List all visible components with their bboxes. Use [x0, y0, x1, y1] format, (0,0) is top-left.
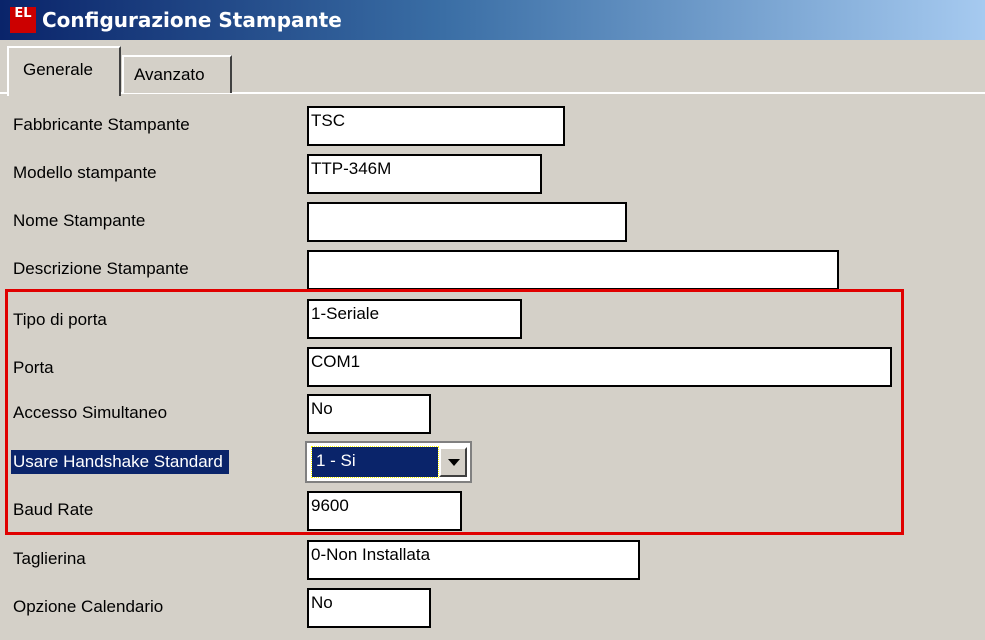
tab-generale[interactable]: Generale: [7, 46, 121, 96]
taglierina-field[interactable]: 0-Non Installata: [307, 540, 640, 580]
modello-field[interactable]: TTP-346M: [307, 154, 542, 194]
taglierina-label: Taglierina: [13, 549, 86, 568]
calendario-label: Opzione Calendario: [13, 597, 164, 616]
nome-label: Nome Stampante: [13, 211, 146, 230]
descrizione-label: Descrizione Stampante: [13, 259, 189, 278]
tab-generale-label: Generale: [23, 60, 93, 79]
nome-field[interactable]: [307, 202, 627, 242]
title-bar: EL Configurazione Stampante: [0, 0, 985, 40]
highlight-box: [5, 289, 904, 535]
tab-avanzato-label: Avanzato: [134, 65, 205, 84]
tab-avanzato[interactable]: Avanzato: [122, 55, 232, 93]
fabbricante-label: Fabbricante Stampante: [13, 115, 190, 134]
modello-label: Modello stampante: [13, 163, 157, 182]
descrizione-field[interactable]: [307, 250, 839, 290]
fabbricante-field[interactable]: TSC: [307, 106, 565, 146]
app-logo-icon: EL: [10, 7, 36, 33]
window-title: Configurazione Stampante: [42, 8, 342, 32]
calendario-field[interactable]: No: [307, 588, 431, 628]
